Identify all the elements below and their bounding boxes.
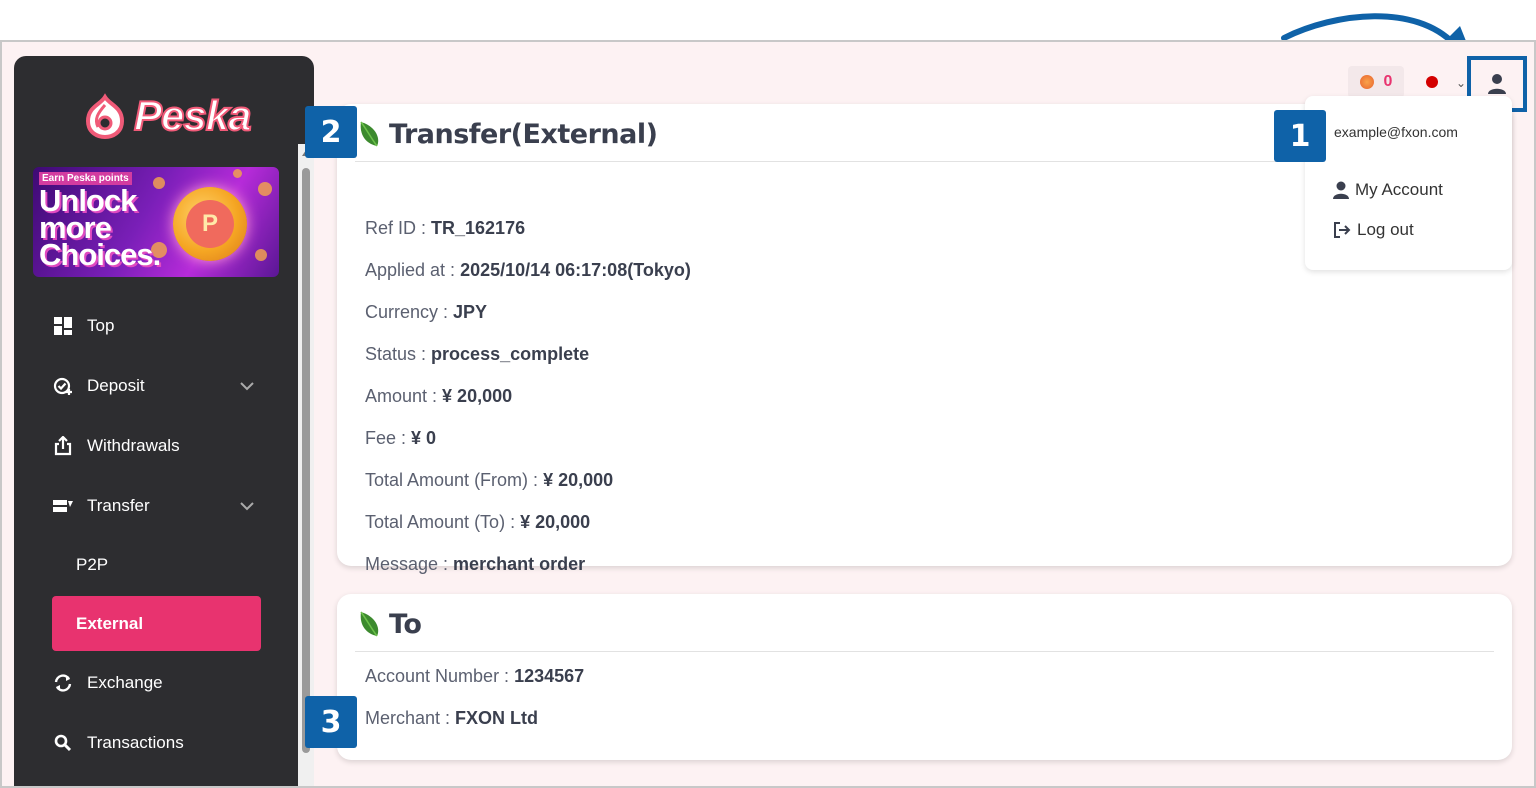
language-chevron-icon[interactable]: ⌄ <box>1456 76 1466 90</box>
peska-logo[interactable]: Peska <box>80 86 252 146</box>
search-icon <box>52 732 74 754</box>
detail-row-applied-at: Applied at : 2025/10/14 06:17:08(Tokyo) <box>365 260 691 280</box>
sidebar-item-transfer[interactable]: Transfer <box>14 476 299 536</box>
card-header: Transfer(External) <box>357 114 658 154</box>
app-window: Peska Earn Peska points Unlock more Choi… <box>0 40 1536 788</box>
detail-row-amount: Amount : ¥ 20,000 <box>365 386 513 406</box>
menu-item-label: My Account <box>1355 180 1443 199</box>
callout-badge-2: 2 <box>305 106 357 158</box>
sidebar-subitem-p2p[interactable]: P2P <box>14 536 299 594</box>
detail-row-total-to: Total Amount (To) : ¥ 20,000 <box>365 512 591 532</box>
user-icon <box>1333 181 1349 199</box>
scrollbar-thumb[interactable] <box>302 168 310 753</box>
sidebar-item-label: Top <box>87 316 115 335</box>
my-account-menu-item[interactable]: My Account <box>1333 180 1443 200</box>
leaf-icon <box>360 121 379 147</box>
sidebar-item-label: Exchange <box>87 673 163 692</box>
user-dropdown-menu: example@fxon.com My Account Log out <box>1305 96 1512 270</box>
section-title: To <box>389 608 422 640</box>
sidebar-nav: Top Deposit Withdrawals Transfer P2P Ext… <box>14 296 299 773</box>
exchange-icon <box>52 672 74 694</box>
sidebar-item-deposit[interactable]: Deposit <box>14 356 299 416</box>
dashboard-icon <box>52 315 74 337</box>
sidebar-item-label: Transactions <box>87 733 184 752</box>
transfer-icon <box>52 495 74 517</box>
peach-logo-icon <box>85 93 125 140</box>
logout-menu-item[interactable]: Log out <box>1333 220 1414 240</box>
points-badge[interactable]: 0 <box>1348 66 1404 98</box>
card-header: To <box>357 604 422 644</box>
sidebar: Peska Earn Peska points Unlock more Choi… <box>14 56 314 786</box>
detail-row-currency: Currency : JPY <box>365 302 488 322</box>
sidebar-item-exchange[interactable]: Exchange <box>14 653 299 713</box>
banner-headline: Unlock more Choices. <box>39 183 161 272</box>
user-icon <box>1488 74 1506 94</box>
detail-row-merchant: Merchant : FXON Ltd <box>365 708 539 728</box>
deposit-icon <box>52 375 74 397</box>
callout-badge-1: 1 <box>1274 110 1326 162</box>
promo-banner[interactable]: Earn Peska points Unlock more Choices. P <box>33 167 279 277</box>
detail-row-total-from: Total Amount (From) : ¥ 20,000 <box>365 470 614 490</box>
menu-item-label: Log out <box>1357 220 1414 239</box>
detail-row-ref-id: Ref ID : TR_162176 <box>365 218 526 238</box>
points-count: 0 <box>1383 73 1393 90</box>
peska-coin-icon: P <box>173 187 247 261</box>
sidebar-item-label: Withdrawals <box>87 436 180 455</box>
sidebar-item-withdrawals[interactable]: Withdrawals <box>14 416 299 476</box>
detail-row-message: Message : merchant order <box>365 554 586 574</box>
divider <box>355 651 1494 652</box>
sidebar-item-label: Deposit <box>87 376 145 395</box>
page-title: Transfer(External) <box>389 118 658 150</box>
sidebar-item-label: External <box>76 613 144 633</box>
detail-row-status: Status : process_complete <box>365 344 590 364</box>
withdrawals-icon <box>52 435 74 457</box>
sidebar-subitem-external[interactable]: External <box>52 596 261 651</box>
logout-icon <box>1334 222 1351 238</box>
user-email: example@fxon.com <box>1334 124 1458 140</box>
detail-row-fee: Fee : ¥ 0 <box>365 428 437 448</box>
detail-row-account-number: Account Number : 1234567 <box>365 666 585 686</box>
chevron-down-icon[interactable] <box>237 496 257 516</box>
sidebar-item-top[interactable]: Top <box>14 296 299 356</box>
callout-badge-3: 3 <box>305 696 357 748</box>
points-coin-icon <box>1359 75 1374 89</box>
sidebar-item-label: P2P <box>76 555 109 574</box>
japan-flag-icon[interactable] <box>1426 76 1438 88</box>
brand-name: Peska <box>133 91 252 140</box>
sidebar-item-transactions[interactable]: Transactions <box>14 713 299 773</box>
chevron-down-icon[interactable] <box>237 376 257 396</box>
sidebar-item-label: Transfer <box>87 496 150 515</box>
recipient-card: To Account Number : 1234567 Merchant : F… <box>337 594 1512 760</box>
leaf-icon <box>360 611 379 637</box>
sidebar-scrollbar[interactable] <box>298 144 314 786</box>
